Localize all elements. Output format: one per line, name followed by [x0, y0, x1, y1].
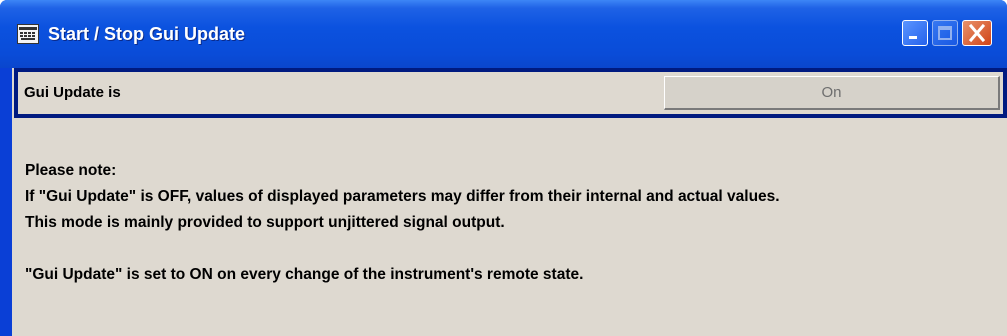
dialog-window: Start / Stop Gui Update Gui Update is On… [0, 0, 1007, 336]
gui-update-row: Gui Update is On [14, 68, 1007, 118]
keyboard-icon [17, 24, 39, 44]
window-title: Start / Stop Gui Update [48, 24, 246, 44]
title-bar[interactable]: Start / Stop Gui Update [0, 0, 1007, 68]
gui-update-toggle-button[interactable]: On [664, 76, 1000, 110]
close-button[interactable] [962, 20, 992, 46]
note-line-remote-state: "Gui Update" is set to ON on every chang… [25, 266, 584, 283]
note-text-block: Please note: If "Gui Update" is OFF, val… [25, 158, 1005, 288]
maximize-button[interactable] [932, 20, 958, 46]
note-heading: Please note: [25, 162, 117, 179]
maximize-icon [938, 26, 952, 40]
minimize-button[interactable] [902, 20, 928, 46]
gui-update-label: Gui Update is [24, 84, 121, 101]
note-line-mode-purpose: This mode is mainly provided to support … [25, 214, 505, 231]
note-line-off-warning: If "Gui Update" is OFF, values of displa… [25, 188, 780, 205]
dialog-content: Gui Update is On Please note: If "Gui Up… [12, 68, 1007, 336]
close-icon [968, 23, 986, 43]
minimize-icon [909, 36, 917, 39]
